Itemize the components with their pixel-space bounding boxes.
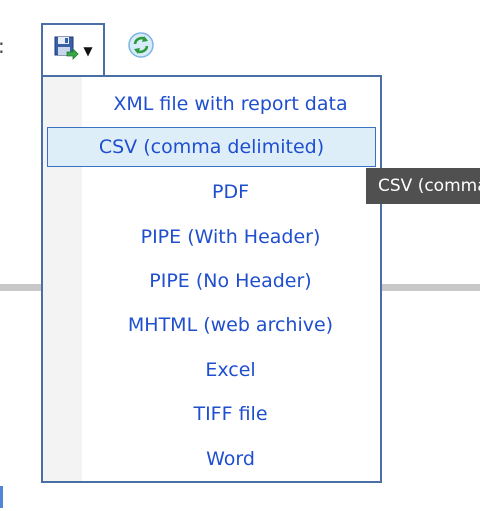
save-export-icon xyxy=(53,35,79,65)
menu-item-pipe-with-header[interactable]: PIPE (With Header) xyxy=(43,217,380,257)
divider-line xyxy=(0,284,42,291)
report-viewer: : ▼ XML fil xyxy=(0,0,480,511)
menu-item-word[interactable]: Word xyxy=(43,439,380,479)
divider-line xyxy=(382,284,480,291)
caret-down-icon: ▼ xyxy=(83,44,93,58)
menu-item-pipe-no-header[interactable]: PIPE (No Header) xyxy=(43,261,380,301)
menu-item-pdf[interactable]: PDF xyxy=(43,172,380,212)
export-format-menu: XML file with report data CSV (comma del… xyxy=(41,75,382,483)
menu-item-mhtml[interactable]: MHTML (web archive) xyxy=(43,305,380,345)
menu-item-xml[interactable]: XML file with report data xyxy=(43,84,380,124)
menu-item-excel[interactable]: Excel xyxy=(43,350,380,390)
refresh-icon xyxy=(126,30,156,64)
tooltip: CSV (comma delimited) xyxy=(366,168,480,204)
scroll-edge-indicator xyxy=(0,486,3,508)
label-colon-fragment: : xyxy=(0,34,5,58)
menu-item-tiff[interactable]: TIFF file xyxy=(43,394,380,434)
export-dropdown-button[interactable]: ▼ xyxy=(41,23,105,75)
menu-item-csv[interactable]: CSV (comma delimited) xyxy=(47,127,376,167)
refresh-button[interactable] xyxy=(124,30,158,64)
